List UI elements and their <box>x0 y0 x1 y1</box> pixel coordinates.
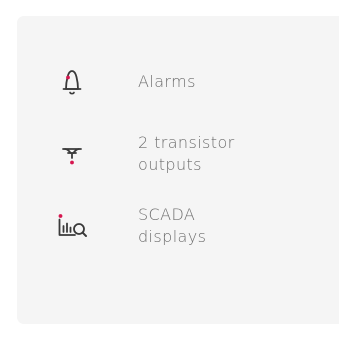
feature-alarms: Alarms <box>17 64 339 124</box>
transistor-icon <box>54 136 90 172</box>
feature-label-scada: SCADA displays <box>138 204 206 248</box>
feature-transistor-outputs: 2 transistor outputs <box>17 132 339 192</box>
label-line: SCADA <box>138 205 196 224</box>
label-line: 2 transistor <box>138 133 235 152</box>
chart-search-icon <box>54 208 90 244</box>
bell-icon <box>54 64 90 100</box>
label-line: Alarms <box>138 72 196 91</box>
features-panel: Alarms 2 transistor outputs SCADA displa… <box>17 16 339 324</box>
label-line: displays <box>138 227 207 246</box>
feature-label-alarms: Alarms <box>138 71 196 93</box>
feature-scada-displays: SCADA displays <box>17 204 339 264</box>
label-line: outputs <box>138 155 202 174</box>
feature-label-transistor: 2 transistor outputs <box>138 132 235 176</box>
